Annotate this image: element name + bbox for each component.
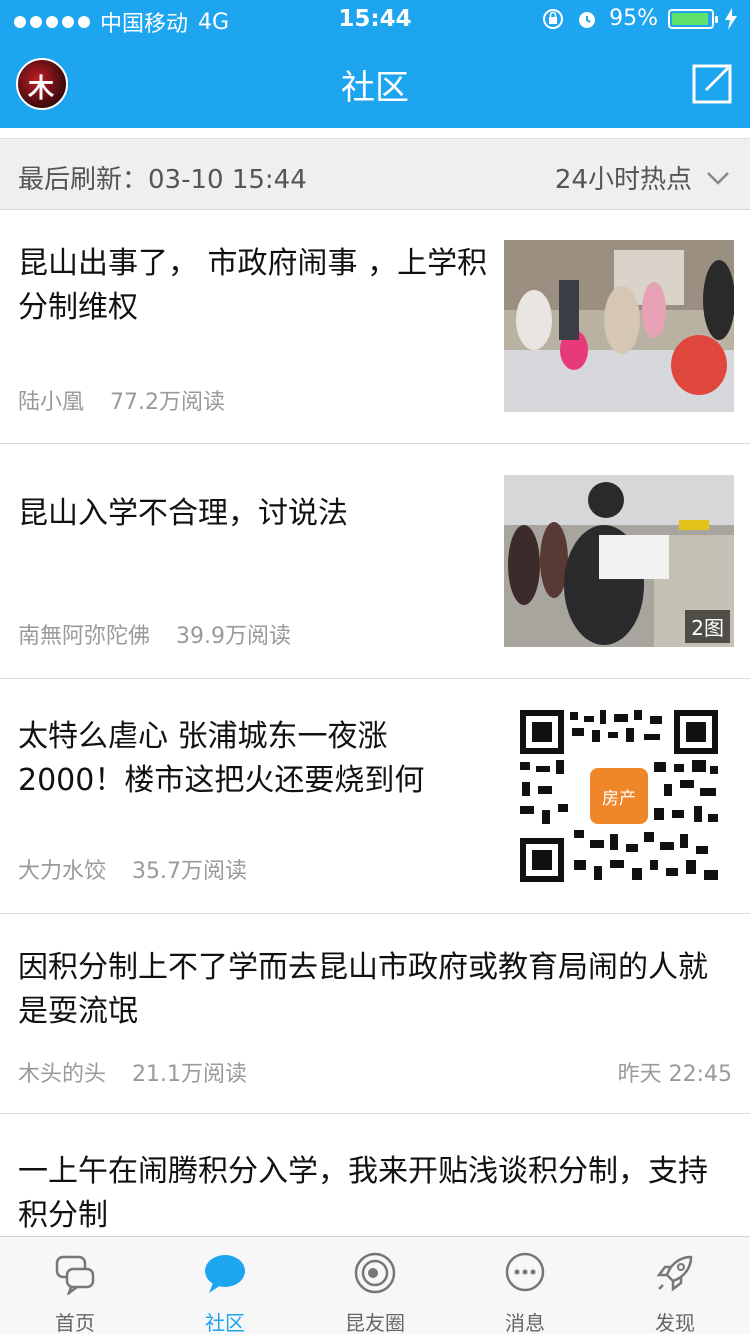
post-title: 昆山入学不合理，讨说法 bbox=[18, 496, 348, 531]
status-bar: 中国移动 4G 15:44 95% bbox=[0, 0, 750, 40]
tab-home[interactable]: 首页 bbox=[0, 1237, 150, 1334]
tab-community[interactable]: 社区 bbox=[150, 1237, 300, 1334]
image-count-badge: 2图 bbox=[685, 610, 730, 643]
post-author: 大力水饺 bbox=[18, 859, 107, 884]
post-meta: 木头的头 21.1万阅读 bbox=[18, 1056, 247, 1088]
alarm-icon bbox=[579, 11, 596, 28]
chevron-down-icon bbox=[707, 171, 729, 185]
compose-icon[interactable] bbox=[692, 62, 734, 104]
message-icon bbox=[505, 1252, 545, 1292]
top-bar: 中国移动 4G 15:44 95% 木 社区 bbox=[0, 0, 750, 128]
post-reads: 35.7万阅读 bbox=[132, 859, 248, 884]
tab-circle[interactable]: 昆友圈 bbox=[300, 1237, 450, 1334]
post-thumbnail: 2图 bbox=[504, 475, 734, 647]
post-thumbnail bbox=[504, 240, 734, 412]
tab-discover[interactable]: 发现 bbox=[600, 1237, 750, 1334]
tab-label: 社区 bbox=[205, 1311, 245, 1334]
list-item[interactable]: 太特么虐心 张浦城东一夜涨2000！楼市这把火还要烧到何 大力水饺 35.7万阅… bbox=[0, 679, 750, 914]
list-item[interactable]: 昆山出事了， 市政府闹事 ，上学积分制维权 陆小凰 77.2万阅读 bbox=[0, 210, 750, 444]
page-title: 社区 bbox=[341, 68, 409, 108]
refresh-bar: 最后刷新：03-10 15:44 24小时热点 bbox=[0, 138, 750, 210]
post-reads: 39.9万阅读 bbox=[176, 624, 292, 649]
battery-icon bbox=[668, 8, 718, 29]
qr-logo-label: 房产 bbox=[602, 789, 636, 809]
post-title: 昆山出事了， 市政府闹事 ，上学积分制维权 bbox=[18, 246, 488, 325]
post-reads: 77.2万阅读 bbox=[110, 390, 226, 415]
post-meta: 陆小凰 77.2万阅读 bbox=[18, 384, 225, 416]
qr-code-image: 房产 bbox=[504, 710, 734, 882]
post-meta: 南無阿弥陀佛 39.9万阅读 bbox=[18, 618, 291, 650]
charging-icon bbox=[725, 7, 737, 30]
tab-label: 昆友圈 bbox=[345, 1311, 405, 1334]
tab-label: 首页 bbox=[55, 1311, 95, 1334]
post-author: 南無阿弥陀佛 bbox=[18, 624, 151, 649]
hot-filter-dropdown[interactable]: 24小时热点 bbox=[555, 159, 730, 196]
circle-eye-icon bbox=[354, 1252, 396, 1294]
bottom-tab-bar: 首页 社区 昆友圈 消息 发现 bbox=[0, 1236, 750, 1334]
battery-percent: 95% bbox=[609, 6, 658, 31]
rotation-lock-icon bbox=[543, 8, 564, 29]
post-author: 陆小凰 bbox=[18, 390, 85, 415]
post-meta: 大力水饺 35.7万阅读 bbox=[18, 853, 247, 885]
nav-bar: 木 社区 bbox=[0, 40, 750, 128]
home-chat-icon bbox=[55, 1255, 95, 1295]
post-reads: 21.1万阅读 bbox=[132, 1062, 248, 1087]
post-feed: 昆山出事了， 市政府闹事 ，上学积分制维权 陆小凰 77.2万阅读 昆山入学不合… bbox=[0, 210, 750, 1264]
filter-label: 24小时热点 bbox=[554, 165, 692, 195]
community-bubble-icon bbox=[205, 1255, 245, 1293]
tab-messages[interactable]: 消息 bbox=[450, 1237, 600, 1334]
tab-label: 消息 bbox=[505, 1311, 545, 1334]
list-item[interactable]: 昆山入学不合理，讨说法 南無阿弥陀佛 39.9万阅读 2图 bbox=[0, 444, 750, 679]
post-title: 一上午在闹腾积分入学，我来开贴浅谈积分制，支持积分制 bbox=[18, 1154, 708, 1233]
last-refresh-label: 最后刷新：03-10 15:44 bbox=[18, 165, 307, 195]
tab-label: 发现 bbox=[655, 1311, 695, 1334]
post-title: 太特么虐心 张浦城东一夜涨2000！楼市这把火还要烧到何 bbox=[18, 719, 425, 798]
list-item[interactable]: 因积分制上不了学而去昆山市政府或教育局闹的人就是耍流氓 木头的头 21.1万阅读… bbox=[0, 914, 750, 1114]
rocket-icon bbox=[656, 1255, 693, 1292]
post-title: 因积分制上不了学而去昆山市政府或教育局闹的人就是耍流氓 bbox=[18, 950, 708, 1029]
post-author: 木头的头 bbox=[18, 1062, 107, 1087]
post-time: 昨天 22:45 bbox=[617, 1062, 732, 1087]
